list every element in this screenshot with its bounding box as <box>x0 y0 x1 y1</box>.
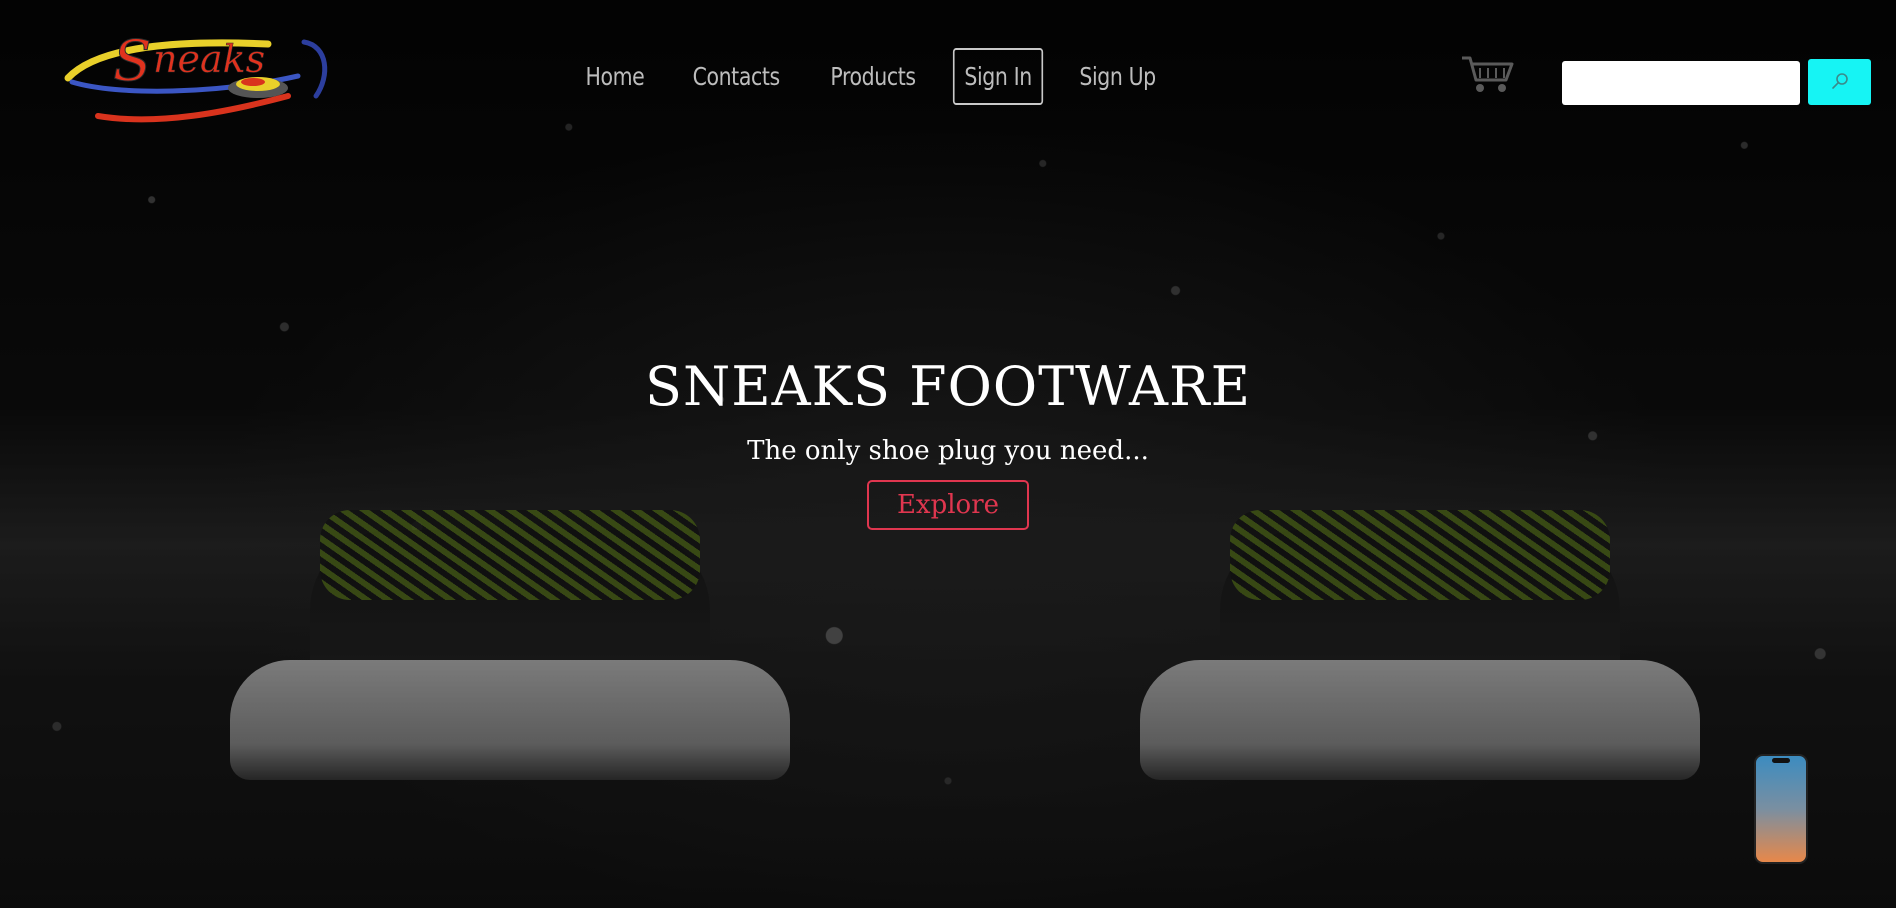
search-input[interactable] <box>1562 61 1800 105</box>
nav-products-link[interactable]: Products <box>817 56 928 97</box>
hero-section: S neaks Home Contacts Products Sign In S… <box>0 0 1896 908</box>
hero-subtitle: The only shoe plug you need... <box>747 436 1149 466</box>
nav-home-link[interactable]: Home <box>572 56 657 97</box>
search-icon <box>1831 72 1849 93</box>
phone-notch <box>1772 758 1790 763</box>
nav-sign-in-link[interactable]: Sign In <box>952 48 1044 105</box>
nav-sign-up-link[interactable]: Sign Up <box>1067 56 1170 97</box>
nav-contacts-link[interactable]: Contacts <box>679 56 792 97</box>
explore-button[interactable]: Explore <box>866 480 1030 530</box>
phone-icon[interactable] <box>1754 754 1808 864</box>
site-logo[interactable]: S neaks <box>58 16 332 126</box>
svg-text:neaks: neaks <box>153 37 265 81</box>
search-button[interactable] <box>1808 59 1871 105</box>
hero-content: SNEAKS FOOTWARE The only shoe plug you n… <box>0 355 1896 530</box>
main-nav: Home Contacts Products Sign In Sign Up <box>563 48 1180 105</box>
svg-text:S: S <box>113 29 151 94</box>
hero-title: SNEAKS FOOTWARE <box>644 355 1252 418</box>
cart-icon[interactable] <box>1460 54 1516 94</box>
